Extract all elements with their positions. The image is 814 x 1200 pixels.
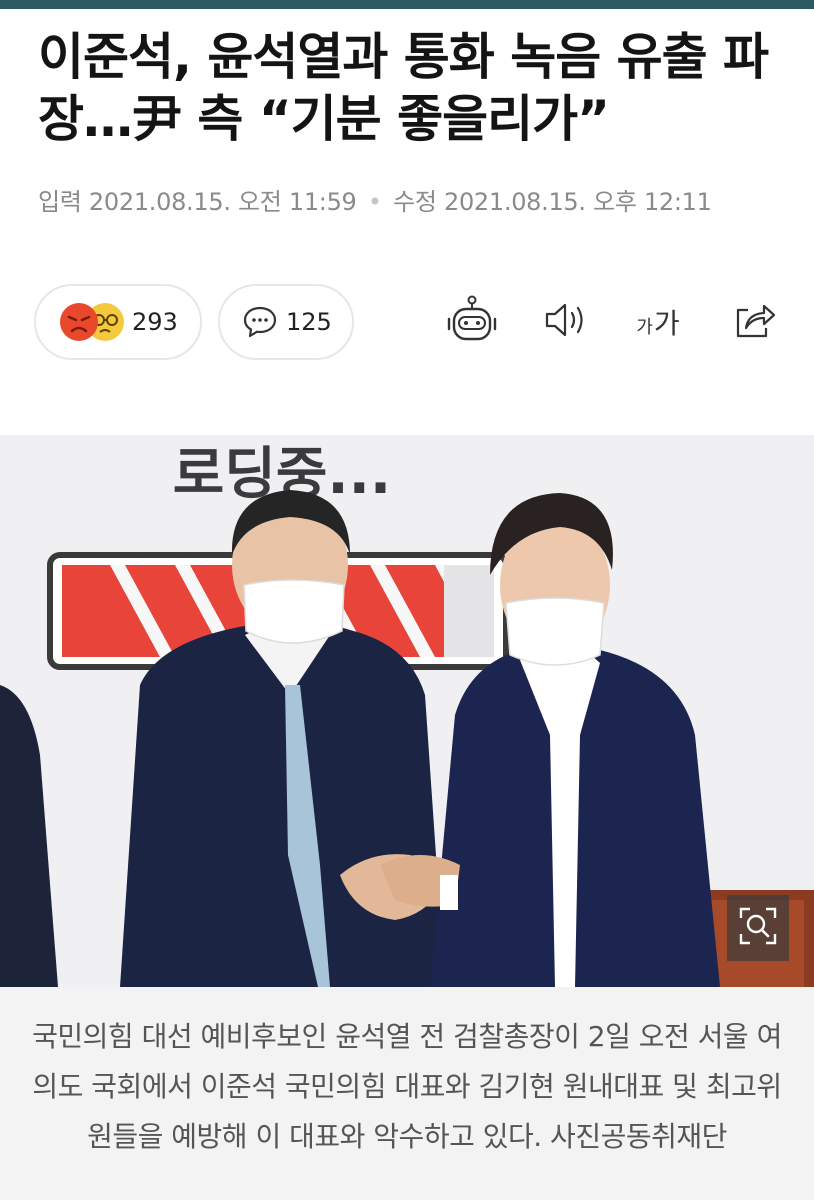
angry-face-icon: [60, 303, 98, 341]
speaker-icon: [543, 300, 589, 344]
article-headline: 이준석, 윤석열과 통화 녹음 유출 파장…尹 측 “기분 좋을리가”: [38, 28, 769, 148]
font-size-icon: 가가: [636, 302, 679, 342]
zoom-icon: [738, 906, 778, 950]
reaction-button[interactable]: 293: [34, 284, 202, 360]
font-size-small-label: 가: [636, 317, 653, 338]
comment-button[interactable]: 125: [218, 284, 354, 360]
article-photo[interactable]: 로딩중...: [0, 435, 814, 987]
comment-count: 125: [286, 308, 332, 336]
modified-date: 2021.08.15. 오후 12:11: [443, 188, 712, 216]
published-label: 입력: [38, 188, 82, 216]
text-to-speech-button[interactable]: [540, 296, 592, 348]
reaction-count: 293: [132, 308, 178, 336]
article-timestamps: 입력 2021.08.15. 오전 11:59 • 수정 2021.08.15.…: [38, 182, 712, 217]
font-size-button[interactable]: 가가: [628, 296, 688, 348]
speech-bubble-icon: [242, 305, 278, 339]
photo-zoom-button[interactable]: [727, 895, 789, 961]
meta-separator: •: [367, 188, 382, 216]
modified-label: 수정: [393, 188, 437, 216]
summary-bot-button[interactable]: [444, 295, 500, 349]
font-size-large-label: 가: [653, 307, 680, 340]
share-icon: [732, 300, 776, 344]
share-button[interactable]: [730, 296, 778, 348]
robot-summary-icon: [445, 295, 499, 349]
photo-caption: 국민의힘 대선 예비후보인 윤석열 전 검찰총장이 2일 오전 서울 여의도 국…: [32, 1020, 782, 1153]
top-accent-bar: [0, 0, 814, 9]
published-date: 2021.08.15. 오전 11:59: [88, 188, 357, 216]
